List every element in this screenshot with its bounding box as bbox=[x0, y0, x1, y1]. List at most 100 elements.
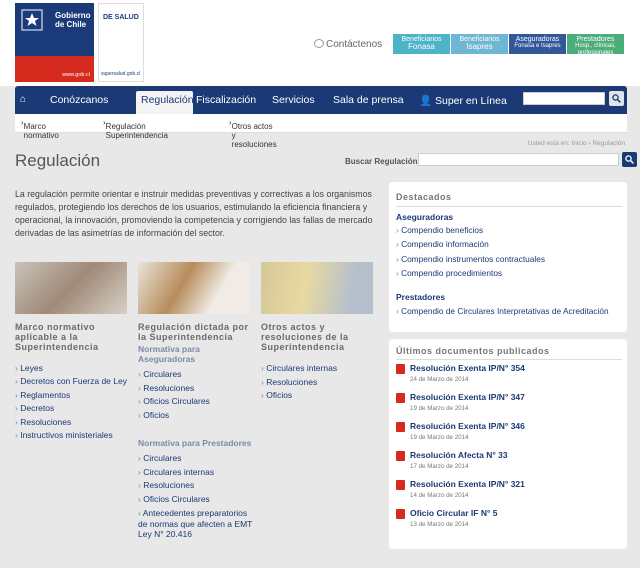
list-item[interactable]: Reglamentos bbox=[15, 389, 130, 403]
site-header: Gobierno de Chile www.gob.cl DE SALUD su… bbox=[0, 0, 640, 86]
list-item[interactable]: Resoluciones bbox=[138, 479, 256, 493]
list-item[interactable]: Oficios Circulares bbox=[138, 493, 256, 507]
user-icon: 👤 bbox=[419, 95, 433, 107]
list-item[interactable]: Compendio instrumentos contractuales bbox=[396, 252, 545, 266]
breadcrumb-current: Regulación bbox=[592, 140, 625, 147]
column-marco-normativo: Marco normativo aplicable a la Superinte… bbox=[15, 322, 130, 443]
regulacion-search-input[interactable] bbox=[418, 153, 619, 166]
divider bbox=[396, 359, 622, 360]
destacados-panel: Destacados Aseguradoras Compendio benefi… bbox=[389, 182, 627, 332]
subnav-item-regulacion-superintendencia[interactable]: › Regulación Superintendencia bbox=[103, 118, 168, 140]
document-name[interactable]: Resolución Exenta IP/N° 346 bbox=[410, 421, 525, 431]
list-item[interactable]: Resoluciones bbox=[15, 416, 130, 430]
group-heading-prestadores: Normativa para Prestadores bbox=[138, 438, 252, 448]
search-label: Buscar Regulación bbox=[345, 157, 418, 166]
search-icon bbox=[612, 94, 621, 103]
list-item[interactable]: Resoluciones bbox=[261, 376, 376, 390]
breadcrumb: Usted está en: Inicio › Regulación bbox=[527, 140, 625, 147]
star-icon bbox=[21, 9, 43, 33]
list-item[interactable]: Compendio información bbox=[396, 237, 545, 251]
nav-item-regulacion[interactable]: Regulación bbox=[136, 91, 194, 114]
document-date: 14 de Marzo de 2014 bbox=[410, 492, 469, 499]
pdf-icon bbox=[396, 480, 405, 490]
nav-item-conozcanos[interactable]: Conózcanos bbox=[50, 94, 108, 106]
nav-search-button[interactable] bbox=[609, 91, 624, 106]
list-item[interactable]: Circulares internas bbox=[138, 466, 256, 480]
column-title: Marco normativo aplicable a la Superinte… bbox=[15, 322, 99, 352]
list-item[interactable]: Instructivos ministeriales bbox=[15, 429, 130, 443]
nav-item-super-en-linea[interactable]: 👤 Super en Línea bbox=[419, 94, 507, 107]
gob-logo-url: www.gob.cl bbox=[62, 72, 90, 78]
list-item[interactable]: Leyes bbox=[15, 362, 130, 376]
list-item[interactable]: Antecedentes preparatorios de normas que… bbox=[138, 508, 256, 540]
document-date: 13 de Marzo de 2014 bbox=[410, 521, 469, 528]
nav-item-servicios[interactable]: Servicios bbox=[272, 94, 315, 106]
document-date: 19 de Marzo de 2014 bbox=[410, 405, 469, 412]
gob-logo-text: Gobierno de Chile bbox=[55, 11, 91, 29]
pdf-icon bbox=[396, 364, 405, 374]
subnav-item-marco-normativo[interactable]: › Marco normativo bbox=[21, 118, 59, 140]
home-icon[interactable]: ⌂ bbox=[20, 94, 26, 105]
pdf-icon bbox=[396, 509, 405, 519]
column-list: Leyes Decretos con Fuerza de Ley Reglame… bbox=[15, 362, 130, 443]
list-item[interactable]: Circulares bbox=[138, 452, 256, 466]
nav-item-label: Super en Línea bbox=[435, 95, 507, 107]
destacados-aseguradoras-heading: Aseguradoras bbox=[396, 212, 454, 222]
search-icon bbox=[625, 155, 634, 164]
list-item[interactable]: Decretos bbox=[15, 402, 130, 416]
document-name[interactable]: Oficio Circular IF N° 5 bbox=[410, 508, 497, 518]
destacados-title: Destacados bbox=[396, 192, 452, 202]
nav-item-fiscalizacion[interactable]: Fiscalización bbox=[196, 94, 256, 106]
quick-link-bottom: Fonasa e Isapres bbox=[514, 43, 561, 49]
list-item[interactable]: Circulares internas bbox=[261, 362, 376, 376]
quick-link-beneficiarios-fonasa[interactable]: Beneficiarios Fonasa bbox=[393, 34, 450, 54]
page-title: Regulación bbox=[15, 151, 101, 170]
subnav-label: Regulación Superintendencia bbox=[105, 122, 168, 140]
document-name[interactable]: Resolución Exenta IP/N° 347 bbox=[410, 392, 525, 402]
breadcrumb-label: Usted está en: bbox=[527, 140, 570, 147]
regulacion-search-button[interactable] bbox=[622, 152, 637, 167]
document-name[interactable]: Resolución Exenta IP/N° 354 bbox=[410, 363, 525, 373]
breadcrumb-home[interactable]: Inicio bbox=[572, 140, 587, 147]
document-date: 17 de Marzo de 2014 bbox=[410, 463, 469, 470]
marco-normativo-image[interactable] bbox=[15, 262, 127, 314]
list-item[interactable]: Decretos con Fuerza de Ley bbox=[15, 376, 130, 387]
document-name[interactable]: Resolución Afecta N° 33 bbox=[410, 450, 508, 460]
list-item[interactable]: Compendio procedimientos bbox=[396, 266, 545, 280]
sub-nav: › Marco normativo › Regulación Superinte… bbox=[15, 114, 627, 149]
list-item[interactable]: Oficios Circulares bbox=[138, 395, 256, 409]
divider bbox=[396, 206, 622, 207]
title-bar: Regulación Buscar Regulación bbox=[15, 148, 637, 171]
quick-link-prestadores[interactable]: Prestadores Hosp., clínicas, profesionale… bbox=[567, 34, 624, 56]
list-item[interactable]: Resoluciones bbox=[138, 382, 256, 396]
destacados-aseguradoras-list: Compendio beneficios Compendio informaci… bbox=[396, 223, 545, 280]
nav-search-input[interactable] bbox=[523, 92, 605, 105]
list-item[interactable]: Oficios bbox=[138, 409, 256, 423]
column-title: Otros actos y resoluciones de la Superin… bbox=[261, 322, 349, 352]
quick-link-top: Aseguradoras bbox=[515, 36, 560, 43]
list-item[interactable]: Circulares bbox=[138, 368, 256, 382]
column-list: Circulares internas Resoluciones Oficios bbox=[261, 362, 376, 403]
subnav-item-otros-actos[interactable]: › Otros actos y resoluciones bbox=[229, 118, 277, 149]
contact-link[interactable]: Contáctenos bbox=[314, 39, 382, 50]
main-nav: ⌂ Conózcanos Regulación Fiscalización Se… bbox=[15, 86, 627, 114]
quick-link-aseguradoras[interactable]: Aseguradoras Fonasa e Isapres bbox=[509, 34, 566, 54]
ultimos-title: Últimos documentos publicados bbox=[396, 346, 550, 356]
list-item[interactable]: Oficios bbox=[261, 389, 376, 403]
list-item[interactable]: Compendio de Circulares Interpretativas … bbox=[396, 304, 609, 318]
ultimos-documentos-panel: Últimos documentos publicados Resolución… bbox=[389, 339, 627, 549]
nav-item-sala-de-prensa[interactable]: Sala de prensa bbox=[333, 94, 404, 106]
regulacion-dictada-image[interactable] bbox=[138, 262, 250, 314]
document-name[interactable]: Resolución Exenta IP/N° 321 bbox=[410, 479, 525, 489]
list-item[interactable]: Compendio beneficios bbox=[396, 223, 545, 237]
column-regulacion-dictada: Regulación dictada por la Superintendenc… bbox=[138, 322, 256, 540]
sup-logo-url: supersalud.gob.cl bbox=[101, 71, 141, 77]
contact-label: Contáctenos bbox=[326, 39, 383, 50]
subnav-label: Otros actos y resoluciones bbox=[231, 122, 277, 149]
destacados-prestadores-list: Compendio de Circulares Interpretativas … bbox=[396, 304, 609, 318]
superintendencia-logo[interactable]: DE SALUD supersalud.gob.cl bbox=[98, 3, 144, 82]
document-date: 19 de Marzo de 2014 bbox=[410, 434, 469, 441]
otros-actos-image[interactable] bbox=[261, 262, 373, 314]
quick-link-beneficiarios-isapres[interactable]: Beneficiarios Isapres bbox=[451, 34, 508, 54]
gobierno-de-chile-logo[interactable]: Gobierno de Chile www.gob.cl bbox=[15, 3, 94, 82]
